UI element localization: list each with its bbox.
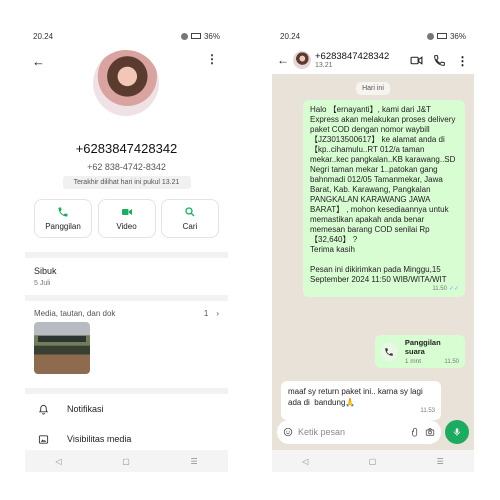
status-bar: 20.24 36%: [25, 26, 228, 46]
system-nav-bar: ◁ ▢ ☰: [25, 450, 228, 472]
thumbnail-roof-shape: [38, 336, 86, 342]
last-seen-badge: Terakhir dilihat hari ini pukul 13.21: [62, 176, 191, 189]
about-date: 5 Juli: [34, 280, 51, 287]
contact-header: ← ⋮ +6283847428342 +62 838-4742-8342: [25, 46, 228, 172]
date-separator: Hari ini: [356, 82, 390, 95]
chat-header: ← +6283847428342 13.21 ⋮: [272, 46, 474, 74]
contact-phone-number: +6283847428342: [75, 141, 178, 156]
screenshot-canvas: 20.24 36% ← ⋮ +6283847428342 +62 838-474…: [0, 0, 500, 500]
call-log-icon: [381, 342, 398, 361]
call-button[interactable]: Panggilan: [34, 199, 92, 238]
chat-body: Hari ini Halo 【ernayanti】, kami dari J&T…: [272, 74, 474, 450]
video-button-label: Video: [116, 222, 137, 231]
search-icon: [185, 207, 195, 217]
search-button-label: Cari: [182, 222, 198, 231]
phone-icon: [58, 207, 68, 217]
status-bar: 20.24 36%: [272, 26, 474, 46]
chat-last-seen: 13.21: [315, 62, 333, 69]
message-input-box: [277, 420, 441, 444]
call-time: 11.50: [444, 359, 459, 365]
nav-home-icon[interactable]: ▢: [122, 457, 130, 466]
outgoing-call-icon: [385, 347, 394, 356]
media-thumbnail[interactable]: [34, 322, 90, 374]
image-icon: [38, 434, 49, 444]
emoji-icon[interactable]: [283, 427, 293, 437]
incoming-message[interactable]: maaf sy return paket ini.. karna sy lagi…: [281, 381, 441, 420]
media-header[interactable]: Media, tautan, dan dok 1 ›: [25, 301, 228, 322]
notifications-label: Notifikasi: [67, 404, 104, 414]
nav-back-icon[interactable]: ◁: [55, 457, 61, 466]
camera-icon[interactable]: [425, 427, 435, 437]
notification-icon: [180, 32, 188, 40]
outgoing-message-text: Halo 【ernayanti】, kami dari J&T Express …: [310, 105, 456, 284]
status-icons: 36%: [180, 31, 220, 41]
chat-screen: 20.24 36% ← +6283847428342 13.21 ⋮ Hari …: [272, 26, 474, 472]
avatar[interactable]: [293, 51, 311, 69]
contact-actions: Panggilan Video Cari: [25, 199, 228, 238]
video-icon: [121, 209, 132, 215]
system-nav-bar: ◁ ▢ ☰: [272, 450, 474, 472]
status-icons: 36%: [426, 31, 466, 41]
video-button[interactable]: Video: [97, 199, 156, 238]
call-title: Panggilan suara: [404, 338, 441, 356]
battery-icon: [190, 33, 201, 39]
more-options-icon[interactable]: ⋮: [206, 52, 218, 66]
media-count-wrap: 1 ›: [204, 309, 219, 318]
attach-icon[interactable]: [410, 427, 420, 437]
about-text: Sibuk: [34, 266, 57, 276]
about-section[interactable]: Sibuk 5 Juli: [25, 258, 228, 295]
message-time: 11.50: [432, 286, 447, 292]
mic-button[interactable]: [445, 420, 469, 444]
status-time: 20.24: [280, 31, 301, 41]
avatar[interactable]: [93, 50, 159, 116]
notification-icon: [426, 32, 434, 40]
composer: [277, 419, 469, 445]
back-arrow-icon[interactable]: ←: [32, 54, 45, 69]
nav-menu-icon[interactable]: ☰: [190, 457, 197, 466]
status-time: 20.24: [33, 31, 54, 41]
nav-back-icon[interactable]: ◁: [302, 457, 308, 466]
more-options-icon[interactable]: ⋮: [456, 54, 469, 68]
message-input[interactable]: [298, 427, 405, 437]
media-count: 1: [203, 309, 209, 318]
chevron-right-icon: ›: [216, 309, 219, 318]
outgoing-message[interactable]: Halo 【ernayanti】, kami dari J&T Express …: [303, 100, 465, 297]
incoming-message-text: maaf sy return paket ini.. karna sy lagi…: [288, 387, 425, 407]
battery-icon: [436, 33, 447, 39]
battery-level: 36%: [203, 31, 220, 41]
nav-home-icon[interactable]: ▢: [369, 457, 377, 466]
search-button[interactable]: Cari: [161, 199, 219, 238]
voice-call-icon[interactable]: [433, 54, 446, 67]
battery-level: 36%: [449, 31, 466, 41]
call-button-label: Panggilan: [45, 222, 81, 231]
back-arrow-icon[interactable]: ←: [277, 53, 289, 67]
microphone-icon: [454, 428, 460, 436]
notifications-row[interactable]: Notifikasi: [25, 394, 228, 424]
nav-menu-icon[interactable]: ☰: [437, 457, 444, 466]
media-label: Media, tautan, dan dok: [34, 309, 116, 318]
chat-title[interactable]: +6283847428342 13.21: [315, 51, 400, 69]
chat-contact-number: +6283847428342: [315, 51, 390, 62]
bell-icon: [38, 404, 49, 415]
video-call-icon[interactable]: [410, 54, 423, 67]
message-meta: 11.50 ✓✓: [432, 284, 459, 294]
voice-call-bubble[interactable]: Panggilan suara 1 mnt 11.50: [375, 335, 465, 368]
media-visibility-label: Visibilitas media: [67, 434, 132, 444]
contact-info-screen: 20.24 36% ← ⋮ +6283847428342 +62 838-474…: [25, 26, 228, 472]
read-ticks-icon: ✓✓: [448, 286, 459, 292]
contact-phone-formatted: +62 838-4742-8342: [87, 162, 166, 172]
message-time: 11.53: [420, 408, 435, 414]
